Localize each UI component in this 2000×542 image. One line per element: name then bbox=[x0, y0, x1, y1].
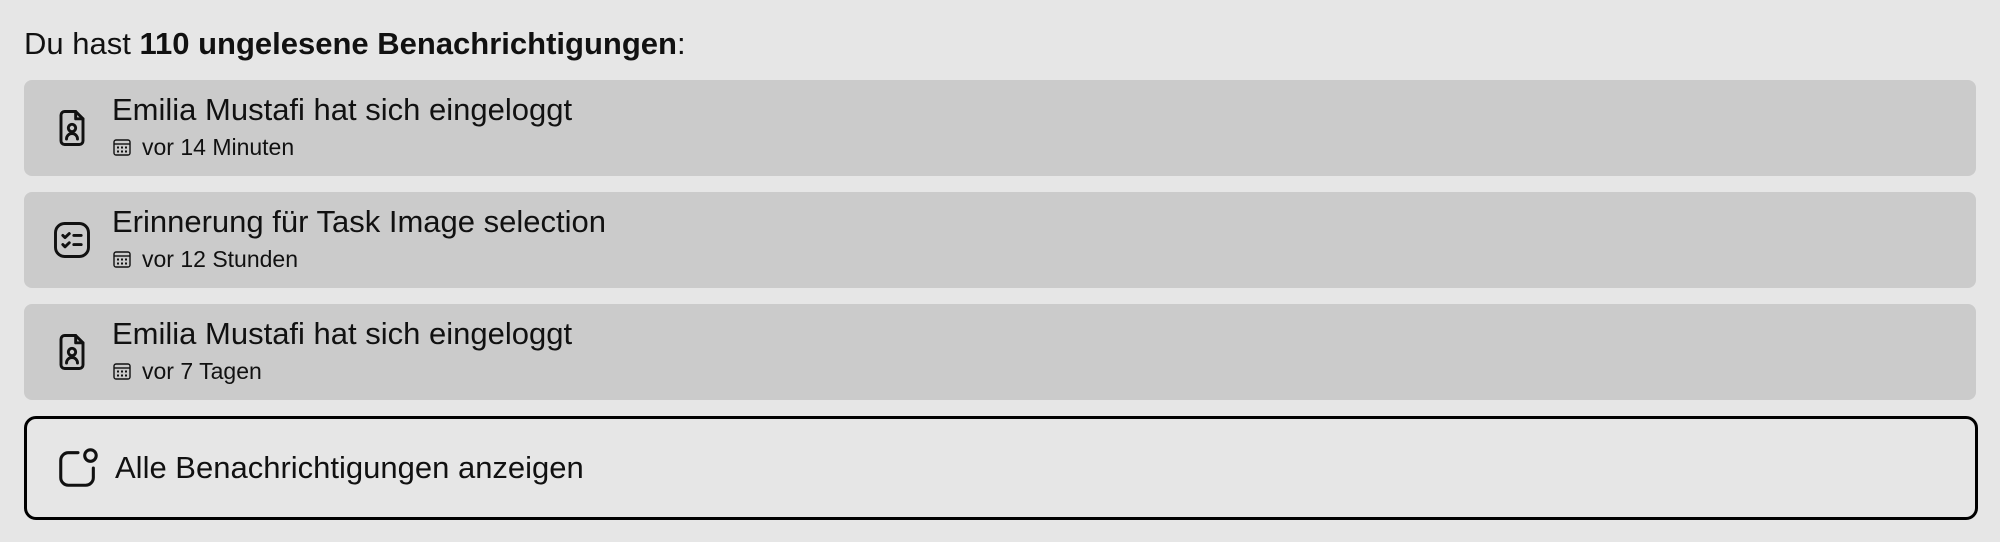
user-file-icon bbox=[50, 106, 94, 150]
notification-item[interactable]: Erinnerung für Task Image selection vor … bbox=[24, 192, 1976, 288]
notification-title: Emilia Mustafi hat sich eingeloggt bbox=[112, 316, 573, 351]
checklist-icon bbox=[50, 218, 94, 262]
notifications-panel: Du hast 110 ungelesene Benachrichtigunge… bbox=[0, 0, 2000, 542]
show-all-label: Alle Benachrichtigungen anzeigen bbox=[115, 450, 584, 485]
notification-title: Erinnerung für Task Image selection bbox=[112, 204, 606, 239]
notification-list: Emilia Mustafi hat sich eingeloggt vor 1… bbox=[24, 80, 1976, 416]
notification-time: vor 7 Tagen bbox=[142, 358, 262, 384]
user-file-icon bbox=[50, 330, 94, 374]
notification-meta: vor 14 Minuten bbox=[112, 132, 294, 162]
notification-time: vor 14 Minuten bbox=[142, 134, 295, 160]
notification-item[interactable]: Emilia Mustafi hat sich eingeloggt vor 1… bbox=[24, 80, 1976, 176]
calendar-icon bbox=[112, 361, 132, 381]
notification-icon bbox=[55, 445, 101, 491]
summary-prefix: Du hast bbox=[24, 26, 140, 61]
notification-meta: vor 7 Tagen bbox=[112, 356, 262, 386]
unread-summary: Du hast 110 ungelesene Benachrichtigunge… bbox=[24, 22, 686, 66]
unread-count: 110 ungelesene Benachrichtigungen bbox=[139, 26, 677, 61]
notification-time: vor 12 Stunden bbox=[142, 246, 299, 272]
show-all-notifications-button[interactable]: Alle Benachrichtigungen anzeigen bbox=[24, 416, 1978, 520]
notification-title: Emilia Mustafi hat sich eingeloggt bbox=[112, 92, 573, 127]
summary-suffix: : bbox=[676, 26, 686, 61]
notification-meta: vor 12 Stunden bbox=[112, 244, 298, 274]
calendar-icon bbox=[112, 137, 132, 157]
notification-item[interactable]: Emilia Mustafi hat sich eingeloggt vor 7… bbox=[24, 304, 1976, 400]
calendar-icon bbox=[112, 249, 132, 269]
